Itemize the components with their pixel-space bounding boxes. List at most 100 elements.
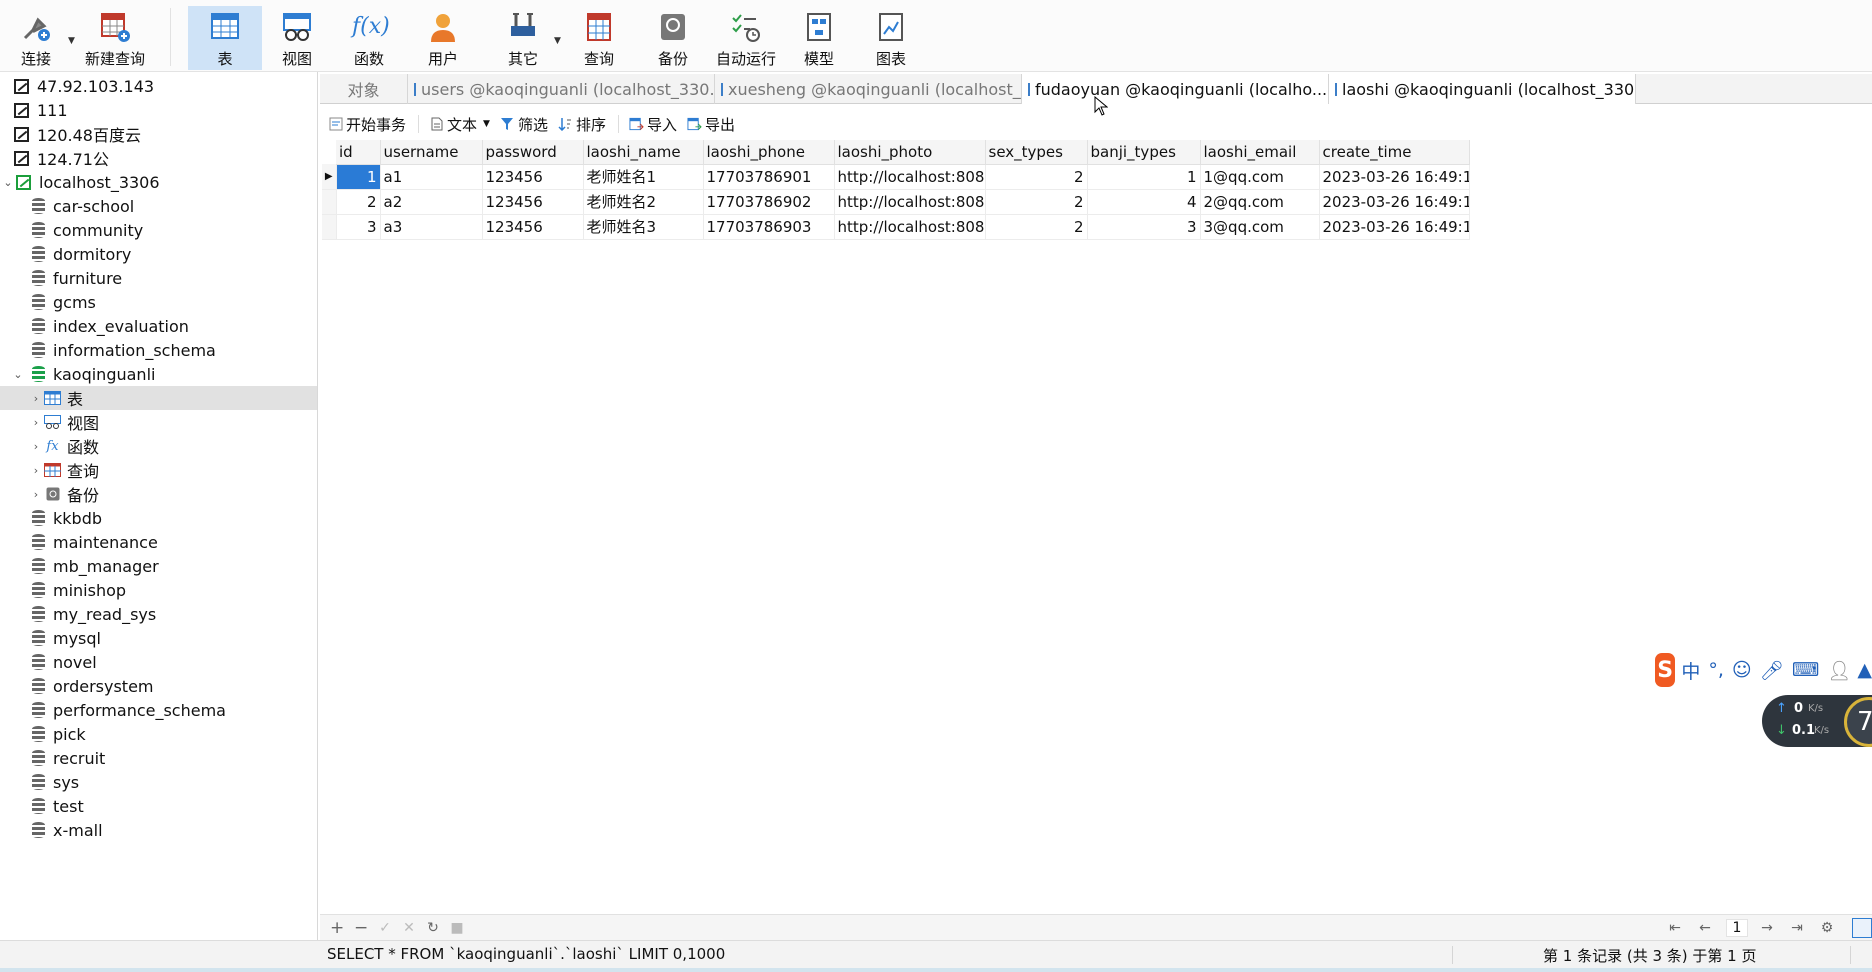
chevron-right-icon[interactable]: › bbox=[28, 440, 44, 453]
ime-mode[interactable]: 中 bbox=[1681, 657, 1700, 684]
user-button[interactable]: 用户 bbox=[418, 6, 468, 70]
discard-button[interactable]: ✕ bbox=[402, 920, 416, 936]
table-cell[interactable]: 老师姓名1 bbox=[583, 164, 704, 190]
chevron-down-icon[interactable]: ▼ bbox=[554, 36, 561, 46]
table-cell[interactable]: 2023-03-26 16:49:15 bbox=[1319, 164, 1470, 190]
usage-gauge[interactable]: 7 bbox=[1844, 697, 1872, 747]
table-cell[interactable]: 2 bbox=[985, 214, 1088, 240]
function-button[interactable]: f(x) 函数 bbox=[344, 6, 394, 70]
microphone-icon[interactable]: 🎤︎ bbox=[1760, 659, 1784, 682]
tree-item-queries[interactable]: › 查询 bbox=[0, 458, 317, 482]
grid-view-icon[interactable] bbox=[1852, 917, 1872, 938]
tab-xuesheng[interactable]: xuesheng @kaoqinguanli (localhost_... bbox=[715, 74, 1022, 104]
sort-button[interactable]: 排序 bbox=[558, 114, 606, 135]
text-button[interactable]: 文本 ▼ bbox=[429, 114, 490, 135]
other-button[interactable]: 其它 bbox=[498, 6, 548, 70]
table-cell[interactable]: 123456 bbox=[482, 214, 584, 240]
table-cell[interactable]: 2023-03-26 16:49:15 bbox=[1319, 214, 1470, 240]
backup-button[interactable]: 备份 bbox=[648, 6, 698, 70]
database-item[interactable]: minishop bbox=[0, 578, 317, 602]
database-item[interactable]: sys bbox=[0, 770, 317, 794]
column-header[interactable]: create_time bbox=[1319, 140, 1470, 165]
column-header[interactable]: id bbox=[336, 140, 381, 165]
table-cell[interactable]: http://localhost:808( bbox=[834, 214, 986, 240]
database-item[interactable]: community bbox=[0, 218, 317, 242]
database-item[interactable]: test bbox=[0, 794, 317, 818]
column-header[interactable]: laoshi_email bbox=[1200, 140, 1320, 165]
table-cell[interactable]: a3 bbox=[380, 214, 483, 240]
table-cell[interactable]: http://localhost:808( bbox=[834, 189, 986, 215]
begin-transaction-button[interactable]: 开始事务 bbox=[328, 114, 406, 135]
chart-button[interactable]: 图表 bbox=[866, 6, 916, 70]
database-item[interactable]: ordersystem bbox=[0, 674, 317, 698]
database-item-open[interactable]: ⌄ kaoqinguanli bbox=[0, 362, 317, 386]
database-item[interactable]: index_evaluation bbox=[0, 314, 317, 338]
punctuation-icon[interactable]: °, bbox=[1708, 659, 1724, 681]
database-item[interactable]: mysql bbox=[0, 626, 317, 650]
server-connection[interactable]: 124.71公 bbox=[0, 146, 317, 170]
table-cell[interactable]: 2@qq.com bbox=[1200, 189, 1320, 215]
connect-button[interactable]: 连接 bbox=[14, 6, 58, 70]
chevron-down-icon[interactable]: ⌄ bbox=[10, 368, 26, 381]
table-cell[interactable]: 1@qq.com bbox=[1200, 164, 1320, 190]
database-item[interactable]: x-mall bbox=[0, 818, 317, 842]
new-query-button[interactable]: 新建查询 bbox=[80, 6, 150, 70]
prev-page-icon[interactable]: ← bbox=[1698, 920, 1712, 936]
chevron-down-icon[interactable]: ⌄ bbox=[0, 176, 16, 189]
database-item[interactable]: my_read_sys bbox=[0, 602, 317, 626]
model-button[interactable]: 模型 bbox=[794, 6, 844, 70]
column-header[interactable]: laoshi_photo bbox=[834, 140, 986, 165]
stop-icon[interactable]: ■ bbox=[450, 920, 464, 936]
last-page-icon[interactable]: ⇥ bbox=[1790, 920, 1804, 936]
tab-users[interactable]: users @kaoqinguanli (localhost_330... bbox=[408, 74, 715, 104]
column-header[interactable]: password bbox=[482, 140, 584, 165]
table-cell[interactable]: 老师姓名3 bbox=[583, 214, 704, 240]
database-item[interactable]: performance_schema bbox=[0, 698, 317, 722]
table-cell[interactable]: 17703786903 bbox=[703, 214, 835, 240]
table-cell[interactable]: a2 bbox=[380, 189, 483, 215]
refresh-icon[interactable]: ↻ bbox=[426, 920, 440, 936]
chevron-right-icon[interactable]: › bbox=[28, 464, 44, 477]
tab-fudaoyuan[interactable]: fudaoyuan @kaoqinguanli (localho... ✕ bbox=[1022, 74, 1329, 104]
import-button[interactable]: 导入 bbox=[629, 114, 677, 135]
keyboard-icon[interactable]: ⌨ bbox=[1792, 659, 1819, 681]
database-item[interactable]: car-school bbox=[0, 194, 317, 218]
first-page-icon[interactable]: ⇤ bbox=[1668, 920, 1682, 936]
database-item[interactable]: recruit bbox=[0, 746, 317, 770]
filter-button[interactable]: 筛选 bbox=[500, 114, 548, 135]
database-item[interactable]: maintenance bbox=[0, 530, 317, 554]
query-button[interactable]: 查询 bbox=[574, 6, 624, 70]
table-cell[interactable]: 3 bbox=[336, 214, 381, 240]
database-item[interactable]: furniture bbox=[0, 266, 317, 290]
apply-button[interactable]: ✓ bbox=[378, 920, 392, 936]
auto-run-button[interactable]: 自动运行 bbox=[712, 6, 780, 70]
server-connection[interactable]: 111 bbox=[0, 98, 317, 122]
column-header[interactable]: banji_types bbox=[1087, 140, 1201, 165]
database-item[interactable]: information_schema bbox=[0, 338, 317, 362]
server-connection[interactable]: 47.92.103.143 bbox=[0, 74, 317, 98]
shirt-icon[interactable]: ▲ bbox=[1857, 659, 1872, 681]
database-item[interactable]: gcms bbox=[0, 290, 317, 314]
database-item[interactable]: kkbdb bbox=[0, 506, 317, 530]
chevron-right-icon[interactable]: › bbox=[28, 488, 44, 501]
chevron-down-icon[interactable]: ▼ bbox=[68, 36, 75, 46]
database-item[interactable]: dormitory bbox=[0, 242, 317, 266]
column-header[interactable]: laoshi_phone bbox=[703, 140, 835, 165]
table-cell[interactable]: 17703786901 bbox=[703, 164, 835, 190]
user-icon[interactable]: 👤︎ bbox=[1827, 659, 1851, 682]
table-cell[interactable]: 17703786902 bbox=[703, 189, 835, 215]
table-cell[interactable]: 2023-03-26 16:49:15 bbox=[1319, 189, 1470, 215]
add-record-button[interactable]: + bbox=[330, 918, 344, 938]
table-cell[interactable]: 123456 bbox=[482, 164, 584, 190]
table-cell[interactable]: 4 bbox=[1087, 189, 1201, 215]
column-header[interactable]: username bbox=[380, 140, 483, 165]
server-connection[interactable]: 120.48百度云 bbox=[0, 122, 317, 146]
tree-item-views[interactable]: › 视图 bbox=[0, 410, 317, 434]
gear-icon[interactable]: ⚙ bbox=[1820, 920, 1834, 936]
database-item[interactable]: pick bbox=[0, 722, 317, 746]
table-row[interactable]: 2 a2 123456 老师姓名2 17703786902 http://loc… bbox=[322, 189, 1470, 215]
ime-toolbar[interactable]: S 中 °, ☺ 🎤︎ ⌨ 👤︎ ▲ bbox=[1655, 652, 1872, 688]
table-cell[interactable]: 2 bbox=[336, 189, 381, 215]
view-button[interactable]: 视图 bbox=[272, 6, 322, 70]
table-cell[interactable]: 2 bbox=[985, 164, 1088, 190]
